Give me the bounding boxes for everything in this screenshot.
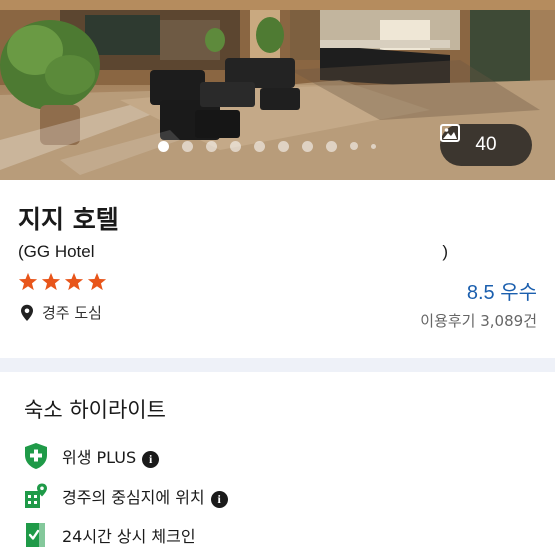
highlight-label: 위생 PLUS i	[62, 444, 160, 468]
star-icon	[18, 272, 38, 291]
highlight-item-checkin: 24시간 상시 체크인	[24, 522, 196, 548]
carousel-dot[interactable]	[302, 140, 313, 152]
highlight-item-hygiene: 위생 PLUS i	[24, 442, 160, 470]
carousel-dot[interactable]	[350, 142, 358, 150]
star-icon	[41, 272, 61, 291]
map-pin-icon	[25, 483, 47, 508]
highlight-checkin-text: 24시간 상시 체크인	[62, 527, 196, 546]
highlight-label: 경주의 중심지에 위치 i	[62, 484, 228, 508]
carousel-dot[interactable]	[158, 140, 169, 152]
carousel-dot[interactable]	[326, 140, 337, 152]
door-check-icon	[26, 523, 45, 547]
map-pin-icon	[21, 304, 33, 321]
star-rating	[18, 272, 107, 291]
hotel-summary: 지지 호텔 (GG Hotel ) 경주 도심 8.5 우수 이용후기 3,08…	[0, 180, 555, 358]
hotel-name: 지지 호텔	[18, 205, 119, 234]
info-icon[interactable]: i	[142, 451, 160, 468]
carousel-dot[interactable]	[206, 140, 217, 152]
property-highlights: 숙소 하이라이트 위생 PLUS i 경주의 중심지에 위치 i 24시간 상시…	[0, 372, 555, 555]
star-icon	[64, 272, 84, 291]
carousel-dot[interactable]	[182, 140, 193, 152]
location-label: 경주 도심	[42, 304, 102, 322]
carousel-dot[interactable]	[371, 143, 376, 149]
highlight-location-text: 경주의 중심지에 위치	[62, 488, 205, 507]
image-icon	[440, 124, 460, 142]
carousel-dot[interactable]	[278, 140, 289, 152]
highlight-item-location: 경주의 중심지에 위치 i	[24, 483, 228, 509]
section-divider	[0, 358, 555, 372]
review-count[interactable]: 이용후기 3,089건	[420, 310, 537, 331]
highlights-title: 숙소 하이라이트	[24, 398, 166, 422]
hotel-english-name: (GG Hotel )	[18, 242, 448, 262]
hotel-english-name-text: (GG Hotel	[18, 242, 95, 261]
highlight-hygiene-text: 위생 PLUS	[62, 448, 137, 467]
carousel-indicator	[158, 140, 376, 152]
review-score[interactable]: 8.5 우수	[467, 276, 537, 305]
hotel-photo-carousel[interactable]: 40	[0, 0, 555, 180]
shield-plus-icon	[25, 443, 47, 469]
hotel-english-name-close: )	[442, 242, 448, 261]
star-icon	[87, 272, 107, 291]
carousel-dot[interactable]	[230, 140, 241, 152]
info-icon[interactable]: i	[210, 491, 228, 508]
carousel-dot[interactable]	[254, 140, 265, 152]
photo-count-button[interactable]: 40	[440, 124, 532, 166]
photo-count: 40	[475, 134, 497, 155]
hotel-location[interactable]: 경주 도심	[20, 302, 102, 323]
